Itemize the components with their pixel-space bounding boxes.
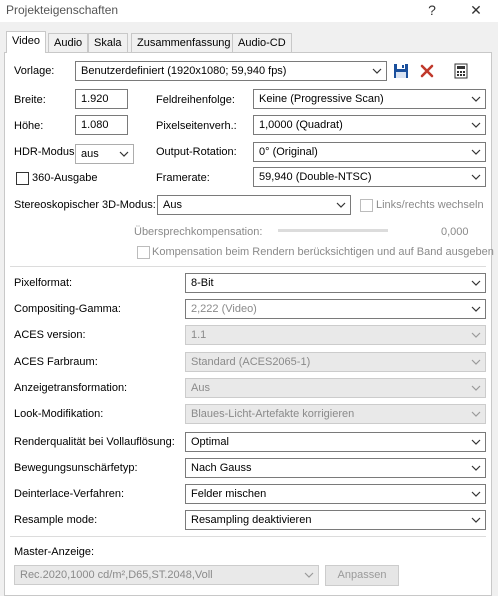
delete-icon[interactable] [416,60,438,82]
tab-audio[interactable]: Audio [48,33,89,53]
chevron-down-icon [471,278,481,288]
vorlage-label: Vorlage: [14,65,55,77]
hdr-value: aus [81,148,99,160]
uebersprech-slider[interactable] [278,229,388,232]
bewegungsunschaerfe-select[interactable]: Nach Gauss [185,458,486,478]
chevron-down-icon [471,172,481,182]
compositing-gamma-select[interactable]: 2,222 (Video) [185,299,486,319]
divider [10,536,486,537]
pixelseitenverh-value: 1,0000 (Quadrat) [259,119,343,131]
anpassen-button[interactable]: Anpassen [325,565,399,586]
tab-video[interactable]: Video [6,31,46,53]
anzeigetransformation-select[interactable]: Aus [185,378,486,398]
chevron-down-icon [471,515,481,525]
framerate-select[interactable]: 59,940 (Double-NTSC) [253,167,486,187]
divider [10,266,486,267]
renderqualitaet-value: Optimal [191,436,229,448]
hdr-select[interactable]: aus [75,144,134,164]
aces-farbraum-label: ACES Farbraum: [14,356,98,368]
chevron-down-icon [372,66,382,76]
chevron-down-icon [119,149,129,159]
chevron-down-icon [471,489,481,499]
pixelformat-label: Pixelformat: [14,277,73,289]
pixelformat-value: 8-Bit [191,277,214,289]
deinterlace-label: Deinterlace-Verfahren: [14,488,125,500]
chevron-down-icon [336,200,346,210]
deinterlace-value: Felder mischen [191,488,267,500]
bewegungsunschaerfe-label: Bewegungsunschärfetyp: [14,462,138,474]
stereo-select[interactable]: Aus [157,195,351,215]
master-anzeige-select[interactable]: Rec.2020,1000 cd/m²,D65,ST.2048,Voll [14,565,319,585]
pixelseitenverh-label: Pixelseitenverh.: [156,120,237,132]
window-title: Projekteigenschaften [6,3,119,17]
uebersprech-value: 0,000 [441,226,469,238]
output-rotation-value: 0° (Original) [259,146,318,158]
uebersprech-label: Übersprechkompensation: [134,226,263,238]
hoehe-label: Höhe: [14,120,44,132]
breite-label: Breite: [14,94,46,106]
look-modifikation-select[interactable]: Blaues-Licht-Artefakte korrigieren [185,404,486,424]
vorlage-value: Benutzerdefiniert (1920x1080; 59,940 fps… [81,65,287,77]
renderqualitaet-select[interactable]: Optimal [185,432,486,452]
feldreihenfolge-select[interactable]: Keine (Progressive Scan) [253,89,486,109]
anzeigetransformation-label: Anzeigetransformation: [14,382,128,394]
anzeigetransformation-value: Aus [191,382,210,394]
pixelseitenverh-select[interactable]: 1,0000 (Quadrat) [253,115,486,135]
chevron-down-icon [471,94,481,104]
resample-label: Resample mode: [14,514,98,526]
breite-input[interactable]: 1.920 [75,89,128,109]
save-icon[interactable] [390,60,412,82]
compositing-gamma-value: 2,222 (Video) [191,303,257,315]
output-rotation-label: Output-Rotation: [156,146,237,158]
framerate-value: 59,940 (Double-NTSC) [259,171,372,183]
chevron-down-icon [471,409,481,419]
chevron-down-icon [471,383,481,393]
aces-version-select[interactable]: 1.1 [185,325,486,345]
resample-value: Resampling deaktivieren [191,514,312,526]
ausgabe360-label: 360-Ausgabe [32,172,98,184]
swap-checkbox[interactable] [360,199,373,212]
chevron-down-icon [471,330,481,340]
aces-farbraum-select[interactable]: Standard (ACES2065-1) [185,352,486,372]
ausgabe360-checkbox[interactable] [16,172,29,185]
hdr-label: HDR-Modus: [14,146,78,158]
chevron-down-icon [471,463,481,473]
framerate-label: Framerate: [156,172,210,184]
resample-select[interactable]: Resampling deaktivieren [185,510,486,530]
chevron-down-icon [471,357,481,367]
tab-skala[interactable]: Skala [88,33,128,53]
look-modifikation-value: Blaues-Licht-Artefakte korrigieren [191,408,355,420]
look-modifikation-label: Look-Modifikation: [14,408,104,420]
master-anzeige-value: Rec.2020,1000 cd/m²,D65,ST.2048,Voll [20,569,213,581]
stereo-label: Stereoskopischer 3D-Modus: [14,199,156,211]
kompensation-label: Kompensation beim Rendern berücksichtige… [152,246,494,258]
chevron-down-icon [304,570,314,580]
bewegungsunschaerfe-value: Nach Gauss [191,462,252,474]
feldreihenfolge-label: Feldreihenfolge: [156,94,235,106]
deinterlace-select[interactable]: Felder mischen [185,484,486,504]
help-button[interactable]: ? [414,0,450,22]
pixelformat-select[interactable]: 8-Bit [185,273,486,293]
aces-version-value: 1.1 [191,329,207,341]
output-rotation-select[interactable]: 0° (Original) [253,142,486,162]
feldreihenfolge-value: Keine (Progressive Scan) [259,93,384,105]
compositing-gamma-label: Compositing-Gamma: [14,303,121,315]
stereo-value: Aus [163,199,182,211]
hoehe-input[interactable]: 1.080 [75,115,128,135]
chevron-down-icon [471,437,481,447]
renderqualitaet-label: Renderqualität bei Vollauflösung: [14,436,175,448]
chevron-down-icon [471,147,481,157]
master-anzeige-label: Master-Anzeige: [14,546,95,558]
kompensation-checkbox[interactable] [137,246,150,259]
close-button[interactable]: ✕ [458,0,494,22]
tab-audio-cd[interactable]: Audio-CD [232,33,292,53]
chevron-down-icon [471,304,481,314]
swap-label: Links/rechts wechseln [376,199,484,211]
info-icon[interactable] [450,60,472,82]
aces-farbraum-value: Standard (ACES2065-1) [191,356,311,368]
aces-version-label: ACES version: [14,329,86,341]
tab-zusammenfassung[interactable]: Zusammenfassung [131,33,237,53]
chevron-down-icon [471,120,481,130]
vorlage-select[interactable]: Benutzerdefiniert (1920x1080; 59,940 fps… [75,61,387,81]
